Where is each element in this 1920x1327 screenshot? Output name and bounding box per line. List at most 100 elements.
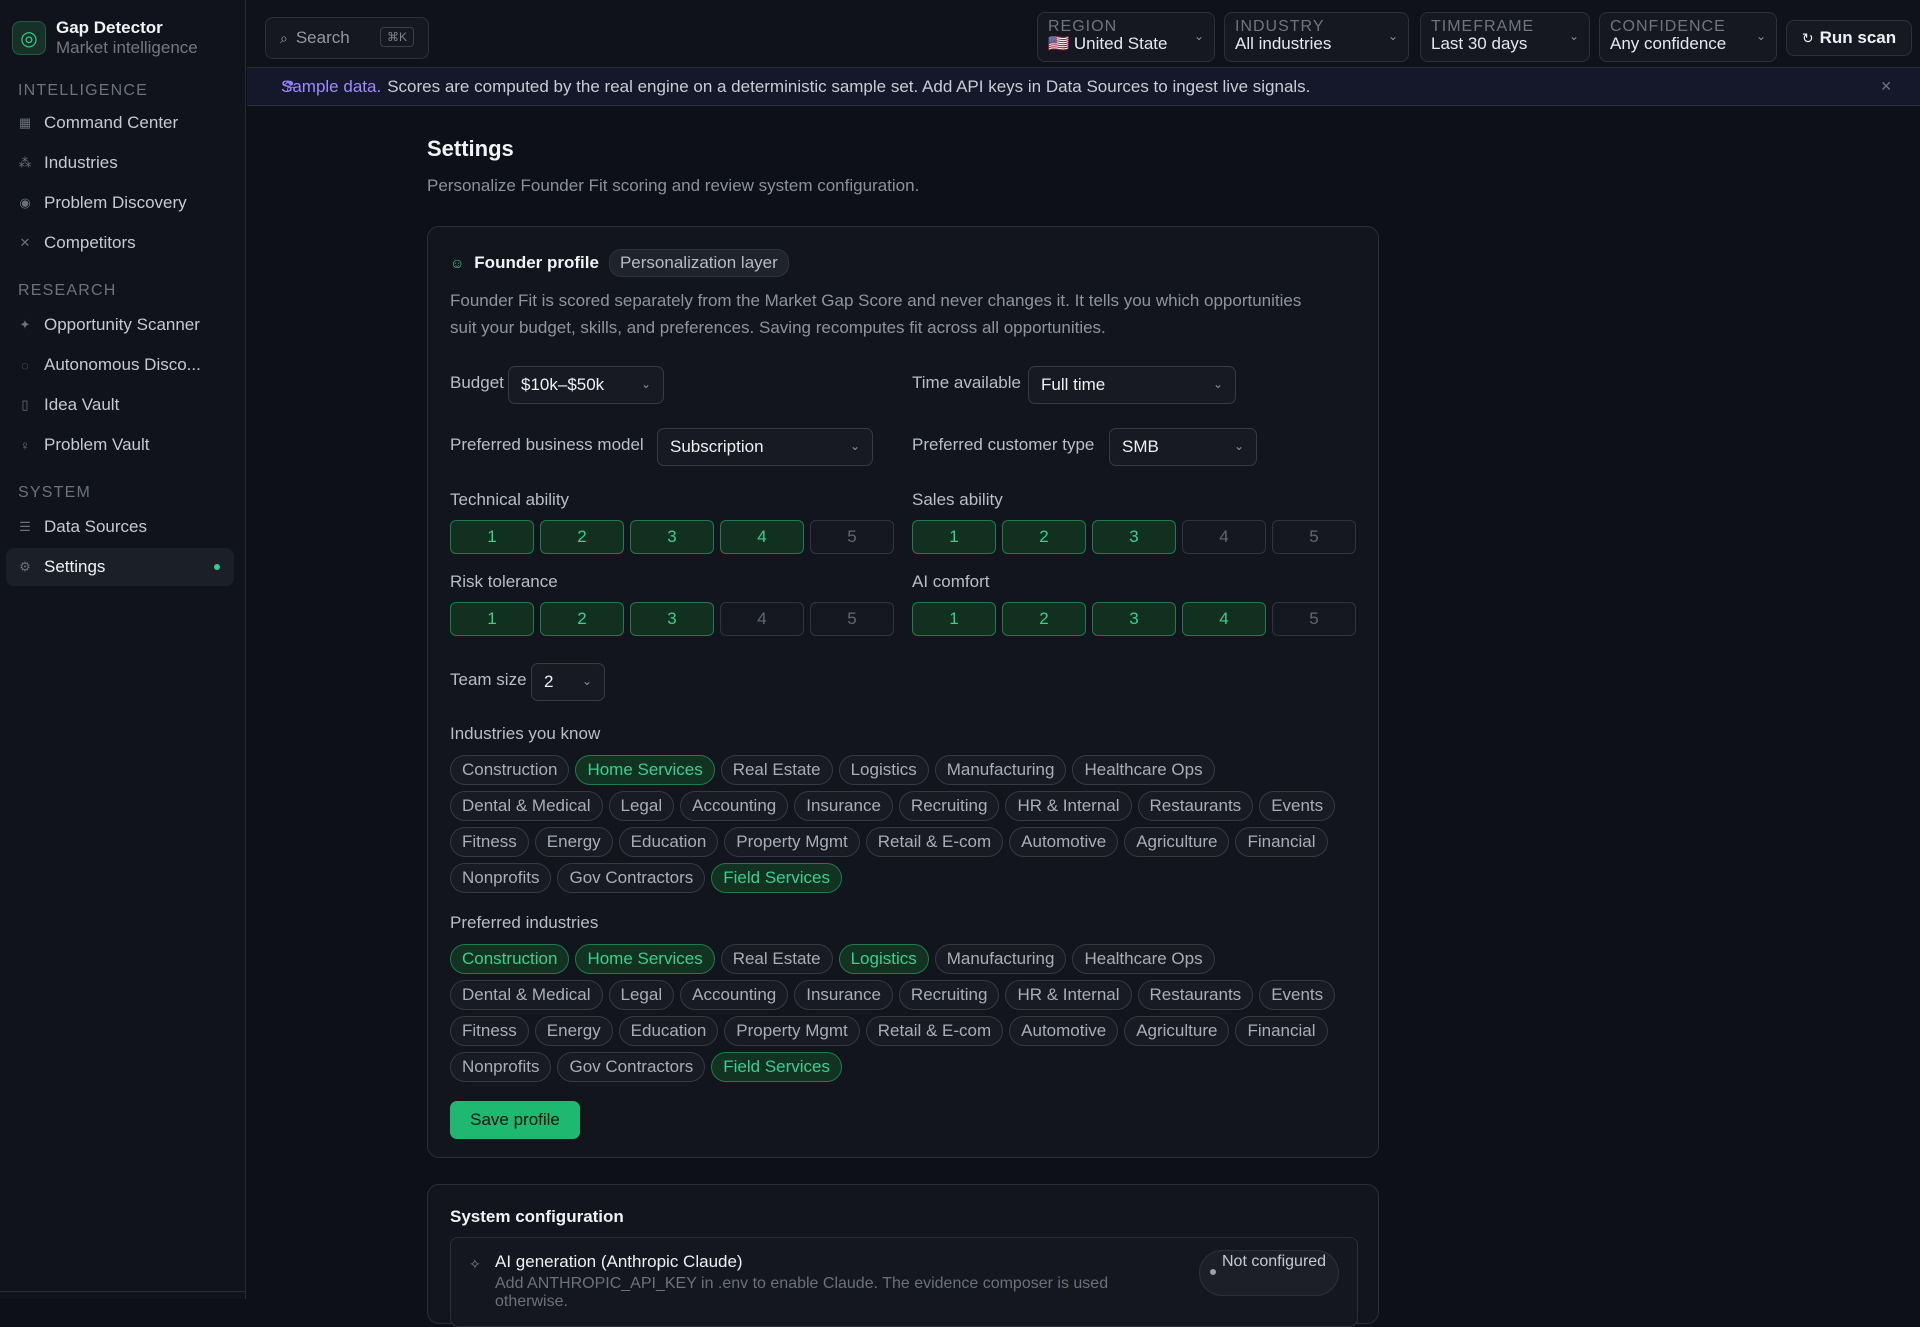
search-button[interactable]: ⌕ Search ⌘K bbox=[265, 17, 429, 59]
industry-chip[interactable]: Energy bbox=[534, 827, 613, 857]
industry-chip[interactable]: Legal bbox=[608, 791, 675, 821]
banner-text: Scores are computed by the real engine o… bbox=[387, 76, 1311, 96]
sidebar-item-autonomous-discovery[interactable]: ◌ Autonomous Disco... bbox=[6, 346, 234, 384]
industry-chip[interactable]: Education bbox=[618, 1016, 719, 1046]
sidebar-item-industries[interactable]: ⁂ Industries bbox=[6, 144, 234, 182]
chevron-down-icon: ⌄ bbox=[849, 439, 860, 453]
scale-option-1[interactable]: 1 bbox=[912, 602, 996, 636]
industry-chip[interactable]: Insurance bbox=[794, 980, 893, 1010]
industry-chip[interactable]: Property Mgmt bbox=[724, 1016, 860, 1046]
industry-chip[interactable]: Accounting bbox=[680, 980, 789, 1010]
industry-chip[interactable]: Restaurants bbox=[1137, 791, 1254, 821]
team-size-select[interactable]: 2 ⌄ bbox=[531, 663, 605, 701]
industry-chip[interactable]: Agriculture bbox=[1124, 1016, 1230, 1046]
industry-chip[interactable]: Healthcare Ops bbox=[1072, 944, 1215, 974]
scale-option-1[interactable]: 1 bbox=[450, 520, 534, 554]
customer-type-select[interactable]: SMB ⌄ bbox=[1109, 428, 1257, 466]
industry-chip[interactable]: Recruiting bbox=[898, 980, 1000, 1010]
industry-chip[interactable]: Healthcare Ops bbox=[1072, 755, 1215, 785]
industry-chip[interactable]: Real Estate bbox=[720, 944, 833, 974]
industry-chip[interactable]: Recruiting bbox=[898, 791, 1000, 821]
close-icon[interactable]: ✕ bbox=[1880, 78, 1892, 95]
budget-select[interactable]: $10k–$50k ⌄ bbox=[508, 366, 664, 404]
industry-chip[interactable]: Field Services bbox=[711, 863, 843, 893]
industry-chip[interactable]: Financial bbox=[1235, 827, 1328, 857]
industry-chip[interactable]: Real Estate bbox=[720, 755, 833, 785]
industry-chip[interactable]: Retail & E-com bbox=[865, 1016, 1004, 1046]
industry-chip[interactable]: HR & Internal bbox=[1005, 791, 1132, 821]
industry-chip[interactable]: Fitness bbox=[450, 827, 529, 857]
timeframe-select[interactable]: TIMEFRAME Last 30 days ⌄ bbox=[1420, 12, 1590, 62]
industry-chip[interactable]: Restaurants bbox=[1137, 980, 1254, 1010]
industry-chip[interactable]: Dental & Medical bbox=[450, 791, 603, 821]
industry-chip[interactable]: Events bbox=[1259, 980, 1336, 1010]
sidebar-item-problem-vault[interactable]: ♀ Problem Vault bbox=[6, 426, 234, 464]
scale-option-5[interactable]: 5 bbox=[810, 602, 894, 636]
industry-chip[interactable]: Education bbox=[618, 827, 719, 857]
region-select[interactable]: REGION 🇺🇸 United State ⌄ bbox=[1037, 12, 1215, 62]
scale-option-5[interactable]: 5 bbox=[1272, 602, 1356, 636]
industry-chip[interactable]: Legal bbox=[608, 980, 675, 1010]
scale-option-4[interactable]: 4 bbox=[720, 520, 804, 554]
industry-chip[interactable]: Dental & Medical bbox=[450, 980, 603, 1010]
industry-chip[interactable]: Nonprofits bbox=[450, 863, 552, 893]
industry-chip[interactable]: Manufacturing bbox=[934, 755, 1067, 785]
industry-chip[interactable]: Automotive bbox=[1009, 827, 1119, 857]
active-indicator bbox=[214, 564, 220, 570]
scale-option-3[interactable]: 3 bbox=[1092, 520, 1176, 554]
scale-option-1[interactable]: 1 bbox=[912, 520, 996, 554]
scale-option-5[interactable]: 5 bbox=[810, 520, 894, 554]
scale-option-4[interactable]: 4 bbox=[1182, 520, 1266, 554]
industry-chip[interactable]: Manufacturing bbox=[934, 944, 1067, 974]
sidebar-item-idea-vault[interactable]: ▯ Idea Vault bbox=[6, 386, 234, 424]
business-model-select[interactable]: Subscription ⌄ bbox=[657, 428, 873, 466]
scale-option-4[interactable]: 4 bbox=[1182, 602, 1266, 636]
industry-chip[interactable]: Construction bbox=[450, 944, 570, 974]
industry-chip[interactable]: Home Services bbox=[575, 755, 715, 785]
sidebar-item-opportunity-scanner[interactable]: ✦ Opportunity Scanner bbox=[6, 306, 234, 344]
industry-chip[interactable]: Financial bbox=[1235, 1016, 1328, 1046]
industry-chip[interactable]: Logistics bbox=[838, 755, 929, 785]
customer-type-label: Preferred customer type bbox=[912, 435, 1095, 454]
customer-type-value: SMB bbox=[1122, 437, 1159, 456]
industry-chip[interactable]: Logistics bbox=[838, 944, 929, 974]
industry-chip[interactable]: Retail & E-com bbox=[865, 827, 1004, 857]
industry-chip[interactable]: Gov Contractors bbox=[557, 863, 706, 893]
sidebar-item-competitors[interactable]: ✕ Competitors bbox=[6, 224, 234, 262]
industry-chip[interactable]: Agriculture bbox=[1124, 827, 1230, 857]
sidebar-item-data-sources[interactable]: ☰ Data Sources bbox=[6, 508, 234, 546]
save-profile-button[interactable]: Save profile bbox=[450, 1101, 580, 1139]
scale-option-4[interactable]: 4 bbox=[720, 602, 804, 636]
run-scan-button[interactable]: ↻ Run scan bbox=[1786, 20, 1912, 56]
scale-option-5[interactable]: 5 bbox=[1272, 520, 1356, 554]
confidence-select[interactable]: CONFIDENCE Any confidence ⌄ bbox=[1599, 12, 1777, 62]
industry-chip[interactable]: Accounting bbox=[680, 791, 789, 821]
sidebar-item-command-center[interactable]: ▦ Command Center bbox=[6, 104, 234, 142]
scale-option-3[interactable]: 3 bbox=[1092, 602, 1176, 636]
sidebar-item-settings[interactable]: ⚙ Settings bbox=[6, 548, 234, 586]
brand[interactable]: ◎ Gap Detector Market intelligence bbox=[12, 18, 198, 58]
industry-chip[interactable]: Fitness bbox=[450, 1016, 529, 1046]
industry-chip[interactable]: Field Services bbox=[711, 1052, 843, 1082]
industry-chip[interactable]: Home Services bbox=[575, 944, 715, 974]
industry-chip[interactable]: Insurance bbox=[794, 791, 893, 821]
chevron-down-icon: ⌄ bbox=[1387, 29, 1398, 43]
scale-option-2[interactable]: 2 bbox=[540, 520, 624, 554]
industry-chip[interactable]: Property Mgmt bbox=[724, 827, 860, 857]
scale-option-3[interactable]: 3 bbox=[630, 602, 714, 636]
industry-chip[interactable]: Nonprofits bbox=[450, 1052, 552, 1082]
industry-chip[interactable]: HR & Internal bbox=[1005, 980, 1132, 1010]
sidebar-item-problem-discovery[interactable]: ◉ Problem Discovery bbox=[6, 184, 234, 222]
industry-select[interactable]: INDUSTRY All industries ⌄ bbox=[1224, 12, 1409, 62]
industry-chip[interactable]: Construction bbox=[450, 755, 570, 785]
industry-chip[interactable]: Events bbox=[1259, 791, 1336, 821]
scale-option-2[interactable]: 2 bbox=[1002, 602, 1086, 636]
time-select[interactable]: Full time ⌄ bbox=[1028, 366, 1236, 404]
scale-option-2[interactable]: 2 bbox=[1002, 520, 1086, 554]
scale-option-2[interactable]: 2 bbox=[540, 602, 624, 636]
industry-chip[interactable]: Gov Contractors bbox=[557, 1052, 706, 1082]
industry-chip[interactable]: Automotive bbox=[1009, 1016, 1119, 1046]
industry-chip[interactable]: Energy bbox=[534, 1016, 613, 1046]
scale-option-3[interactable]: 3 bbox=[630, 520, 714, 554]
scale-option-1[interactable]: 1 bbox=[450, 602, 534, 636]
